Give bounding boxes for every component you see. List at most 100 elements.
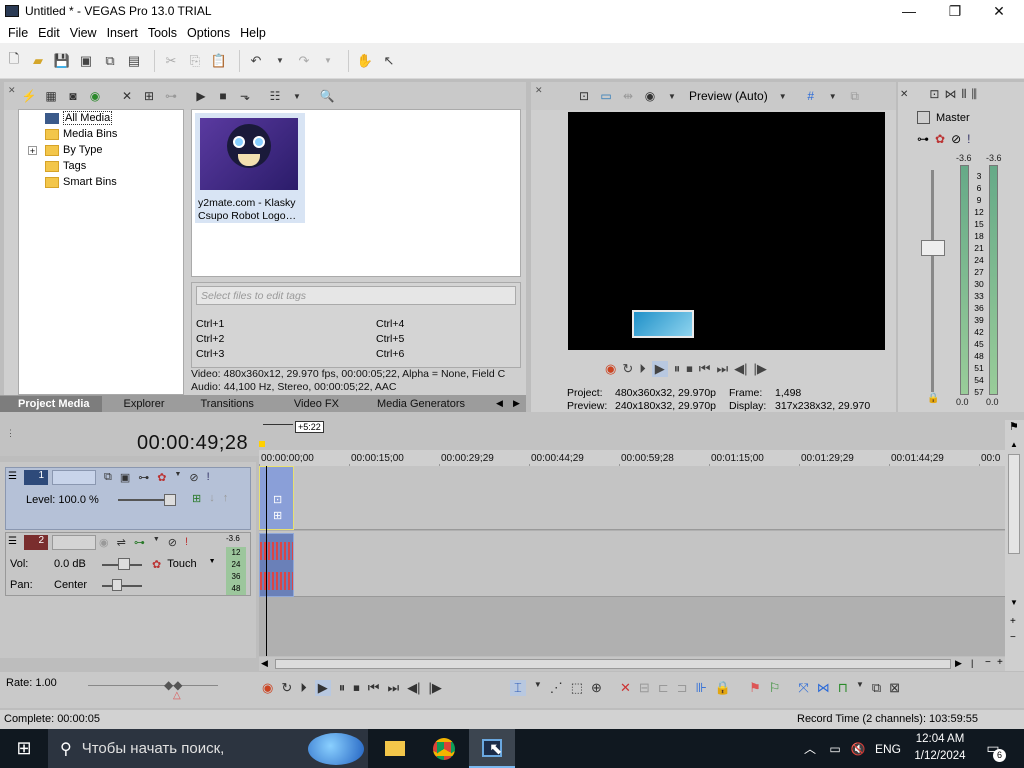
go-to-start-icon[interactable]: ⏮ [699,361,711,377]
tag-input[interactable]: Select files to edit tags [196,286,516,305]
audio-track-name-field[interactable] [52,535,96,550]
zoom-edit-tool-icon[interactable]: ⊕ [591,680,602,696]
audio-event[interactable] [259,533,294,597]
maximize-button[interactable]: ❐ [932,0,978,22]
menu-tools[interactable]: Tools [143,26,182,40]
play-icon[interactable]: ▶ [651,361,668,377]
solo-icon[interactable]: ! [967,132,970,146]
properties-icon[interactable]: ▤ [124,51,144,71]
edit-tool-dropdown-icon[interactable]: ▼ [534,680,542,696]
master-fx-icon[interactable]: ✿ [935,132,945,146]
open-folder-icon[interactable]: ▰ [28,51,48,71]
scroll-down-icon[interactable]: ▼ [1010,598,1018,607]
solo-track-icon[interactable]: ! [185,536,188,549]
tab-video-fx[interactable]: Video FX [266,398,351,410]
file-explorer-icon[interactable] [372,729,418,768]
snapping-dropdown-icon[interactable]: ▼ [856,680,864,696]
vertical-scroll-thumb[interactable] [1008,454,1020,554]
network-icon[interactable]: ▭ [824,729,846,768]
trim-icon[interactable]: ⊟ [639,680,650,696]
insert-region-icon[interactable]: ⚐ [769,680,781,696]
solo-track-icon[interactable]: ! [207,471,210,484]
external-monitor-icon[interactable]: ▭ [597,87,615,105]
views-icon[interactable]: ☷ [266,87,284,105]
trim-start-icon[interactable]: ⊏ [658,680,669,696]
track-collapse-icon[interactable]: ☰ [8,536,17,547]
previous-frame-icon[interactable]: ◀| [734,361,747,377]
compositing-icon[interactable]: ⊶ [138,471,149,484]
render-icon[interactable]: ⧉ [100,51,120,71]
redo-icon[interactable]: ↷ [294,51,314,71]
menu-insert[interactable]: Insert [102,26,143,40]
tag-shortcut[interactable]: Ctrl+4 [376,317,404,332]
views-dropdown-icon[interactable]: ▼ [288,87,306,105]
panel-close-icon[interactable]: ✕ [535,86,543,105]
tree-item-media-bins[interactable]: Media Bins [19,126,183,142]
invert-phase-icon[interactable]: ⇌ [117,536,126,549]
new-icon[interactable]: 🗋 [4,51,24,71]
fx-dropdown-icon[interactable]: ▼ [153,536,160,549]
fader-lock-icon[interactable]: 🔒 [927,393,939,404]
enable-snapping-icon[interactable]: ✋ [355,51,375,71]
menu-file[interactable]: File [3,26,33,40]
event-fx-icon[interactable]: ⊞ [273,509,282,522]
ignore-grouping-icon[interactable]: ⊠ [889,680,900,696]
play-from-start-icon[interactable]: ⏵ [639,361,646,377]
lock-icon[interactable]: 🔒 [715,680,731,696]
get-media-web-icon[interactable]: ◙ [64,87,82,105]
audio-levels-icon[interactable]: ⫼ [972,87,978,102]
zoom-out-icon[interactable]: − [985,657,991,668]
make-compositing-child-icon[interactable]: ↓ [209,492,215,505]
preview-quality-dropdown[interactable]: Preview (Auto) [689,89,768,103]
video-event[interactable]: ⊡ ⊞ [259,466,294,530]
lock-envelopes-icon[interactable]: ⧉ [872,680,881,696]
notification-center-icon[interactable]: ▭ [980,729,1006,768]
whats-this-help-icon[interactable]: ↖ [379,51,399,71]
master-properties-icon[interactable] [917,111,930,124]
tree-item-smart-bins[interactable]: Smart Bins [19,174,183,190]
scroll-end-icon[interactable]: | [971,658,973,668]
split-icon[interactable]: ⊪ [696,680,707,696]
automation-mode[interactable]: Touch [167,558,196,571]
chrome-icon[interactable] [421,729,467,768]
delete-icon[interactable]: ✕ [620,680,631,696]
snapping-icon[interactable]: ⊓ [838,680,848,696]
language-indicator[interactable]: ENG [872,729,904,768]
extract-audio-icon[interactable]: ◉ [86,87,104,105]
vertical-scrollbar[interactable]: ⚑ ▲ ▼ + − [1005,420,1024,671]
tree-item-by-type[interactable]: + By Type [19,142,183,158]
downmix-icon[interactable]: ⋈ [944,87,956,101]
automation-icon[interactable]: ✿ [152,558,161,571]
tag-shortcut[interactable]: Ctrl+5 [376,332,404,347]
menu-options[interactable]: Options [182,26,235,40]
fx-dropdown-icon[interactable]: ▼ [174,471,181,484]
search-icon[interactable]: 🔍 [318,87,336,105]
clock[interactable]: 12:04 AM 1/12/2024 [908,731,972,765]
horizontal-scroll-thumb[interactable] [275,659,951,669]
go-to-start-icon[interactable]: ⏮ [368,680,380,696]
tag-shortcut[interactable]: Ctrl+3 [196,347,224,362]
tab-media-generators[interactable]: Media Generators [351,398,477,410]
mixer-properties-icon[interactable]: ⊡ [929,87,939,101]
play-from-start-icon[interactable]: ⏵ [300,680,307,696]
minimize-button[interactable]: — [886,0,932,22]
mute-track-icon[interactable]: ⊘ [189,471,198,484]
close-button[interactable]: ✕ [976,0,1022,22]
audio-track-lane[interactable] [259,531,1005,597]
stop-preview-icon[interactable]: ■ [214,87,232,105]
volume-icon[interactable]: 🔇 [848,729,868,768]
make-compositing-parent-icon[interactable]: ↑ [223,492,229,505]
copy-snapshot-icon[interactable]: ⧉ [846,87,864,105]
mute-icon[interactable]: ⊘ [951,132,961,146]
panel-close-icon[interactable]: ✕ [900,89,908,100]
remove-media-icon[interactable]: ✕ [118,87,136,105]
insert-fx-icon[interactable]: ⊶ [917,132,929,146]
next-frame-icon[interactable]: |▶ [429,680,442,696]
overlays-dropdown-icon[interactable]: ▼ [663,87,681,105]
marker-icon[interactable]: ⚑ [1009,420,1019,433]
stop-icon[interactable]: ⏹ [353,680,360,696]
tab-transitions[interactable]: Transitions [177,398,266,410]
grid-dropdown-icon[interactable]: ▼ [824,87,842,105]
pause-icon[interactable]: ⏸ [339,680,346,696]
master-fader[interactable] [921,240,945,256]
